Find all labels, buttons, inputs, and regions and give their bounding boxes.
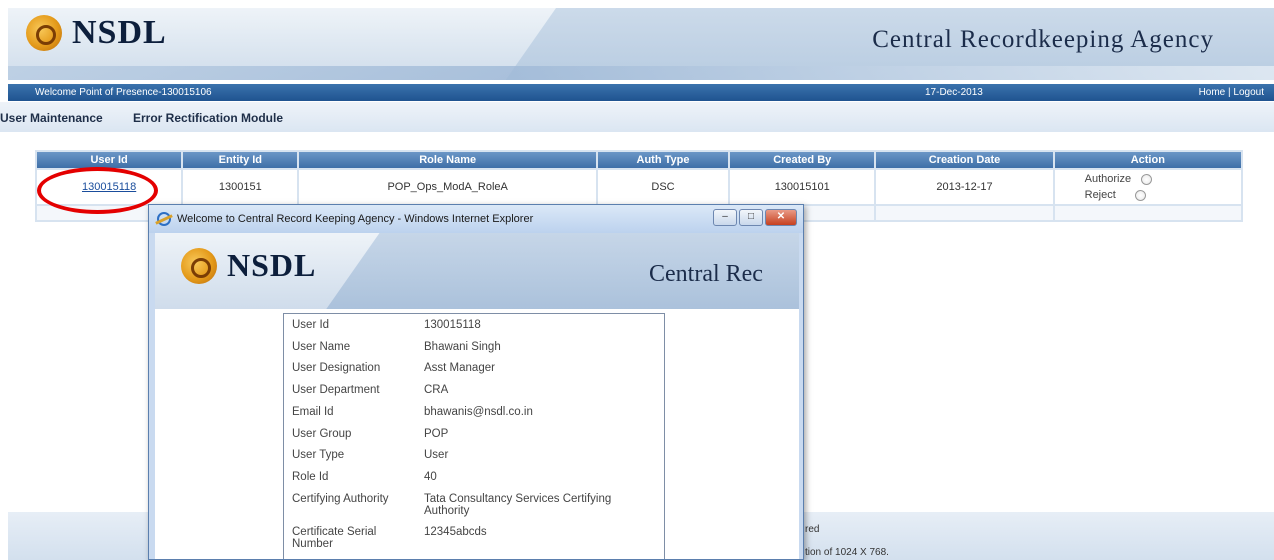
header-action: Action [1054,152,1241,168]
header-role-name: Role Name [299,152,596,168]
detail-row: User Id 130015118 [284,319,664,341]
table-row: 130015118 1300151 POP_Ops_ModA_RoleA DSC… [37,170,1241,204]
menu-item-user-maintenance[interactable]: User Maintenance [0,111,103,125]
close-button[interactable]: ✕ [765,209,797,226]
detail-value: User [424,449,449,461]
reject-option: Reject [1085,187,1241,203]
detail-row: User Group POP [284,428,664,449]
menu-bar: User Maintenance Error Rectification Mod… [0,102,1274,132]
detail-value: bhawanis@nsdl.co.in [424,406,533,418]
detail-label: User Id [292,319,330,331]
maximize-button[interactable]: □ [739,209,763,226]
detail-label: Email Id [292,406,334,418]
authorize-radio[interactable] [1141,173,1153,185]
home-link[interactable]: Home [1199,87,1226,98]
detail-value: Asst Manager [424,362,495,374]
nsdl-logo-icon [181,247,217,284]
nsdl-logo: NSDL [26,14,167,52]
header-user-id: User Id [37,152,182,168]
footer-text-line2: tion of 1024 X 768. [805,547,889,558]
header-auth-type: Auth Type [597,152,729,168]
detail-label: Certificate Serial Number [292,526,377,550]
popup-titlebar[interactable]: Welcome to Central Record Keeping Agency… [149,205,803,233]
home-logout-links: Home | Logout [1199,87,1264,98]
header-created-by: Created By [730,152,875,168]
nsdl-logo-icon [26,15,62,51]
window-controls: – □ ✕ [713,209,797,226]
page: NSDL Central Recordkeeping Agency Welcom… [0,0,1274,560]
authorize-option: Authorize [1085,171,1241,187]
cell-created-by: 130015101 [730,170,875,204]
popup-logo-text: NSDL [227,247,317,283]
empty-cell [1054,206,1241,220]
popup-content: NSDL Central Rec User Id 130015118 User … [155,233,799,559]
detail-value: 12345abcds [424,526,487,538]
detail-row: User Name Bhawani Singh [284,341,664,362]
detail-label: User Type [292,449,345,461]
detail-row: Email Id bhawanis@nsdl.co.in [284,406,664,428]
detail-value: 130015118 [424,319,481,331]
detail-label: User Name [292,341,351,353]
user-details-box: User Id 130015118 User Name Bhawani Sing… [283,313,665,559]
banner-stripe [8,66,1274,80]
authorize-label: Authorize [1084,173,1132,185]
detail-row: User Department CRA [284,384,664,406]
highlight-oval [37,167,158,214]
logo-text: NSDL [72,14,167,51]
minimize-button[interactable]: – [713,209,737,226]
detail-value: Tata Consultancy Services Certifying Aut… [424,493,612,517]
link-separator: | [1225,87,1234,98]
detail-label: Role Id [292,471,329,483]
cell-auth-type: DSC [597,170,729,204]
detail-label: Certifying Authority [292,493,389,505]
current-date: 17-Dec-2013 [925,87,983,98]
detail-row: Certificate Serial Number 12345abcds [284,526,664,556]
footer-text-line1: red [805,524,820,535]
detail-label: User Department [292,384,380,396]
popup-banner: NSDL Central Rec [155,233,799,309]
detail-row: Role Id 40 [284,471,664,493]
welcome-bar: Welcome Point of Presence-130015106 17-D… [8,84,1274,101]
reject-radio[interactable] [1134,189,1146,201]
cell-role-name: POP_Ops_ModA_RoleA [299,170,596,204]
detail-value: CRA [424,384,449,396]
logout-link[interactable]: Logout [1233,87,1264,98]
cell-entity-id: 1300151 [183,170,298,204]
detail-row: User Type User [284,449,664,471]
detail-value: POP [424,428,449,440]
detail-value: Bhawani Singh [424,341,501,353]
detail-row: Certifying Authority Tata Consultancy Se… [284,493,664,526]
cell-action: Authorize Reject [1054,170,1241,204]
table-header-row: User Id Entity Id Role Name Auth Type Cr… [37,152,1241,168]
empty-cell [876,206,1053,220]
popup-nsdl-logo: NSDL [181,247,316,284]
detail-row: User Designation Asst Manager [284,362,664,384]
agency-title: Central Recordkeeping Agency [872,26,1214,53]
welcome-text: Welcome Point of Presence-130015106 [35,87,212,98]
popup-agency-title: Central Rec [649,261,763,287]
reject-label: Reject [1084,189,1116,201]
header-creation-date: Creation Date [876,152,1053,168]
popup-window-title: Welcome to Central Record Keeping Agency… [177,213,534,225]
internet-explorer-icon [157,212,171,226]
popup-window: Welcome to Central Record Keeping Agency… [148,204,804,560]
header-banner: NSDL Central Recordkeeping Agency [8,8,1274,80]
detail-value: 40 [424,471,437,483]
menu-item-error-rectification[interactable]: Error Rectification Module [133,111,283,125]
detail-label: User Group [292,428,352,440]
cell-creation-date: 2013-12-17 [876,170,1053,204]
header-entity-id: Entity Id [183,152,298,168]
detail-label: User Designation [292,362,381,374]
